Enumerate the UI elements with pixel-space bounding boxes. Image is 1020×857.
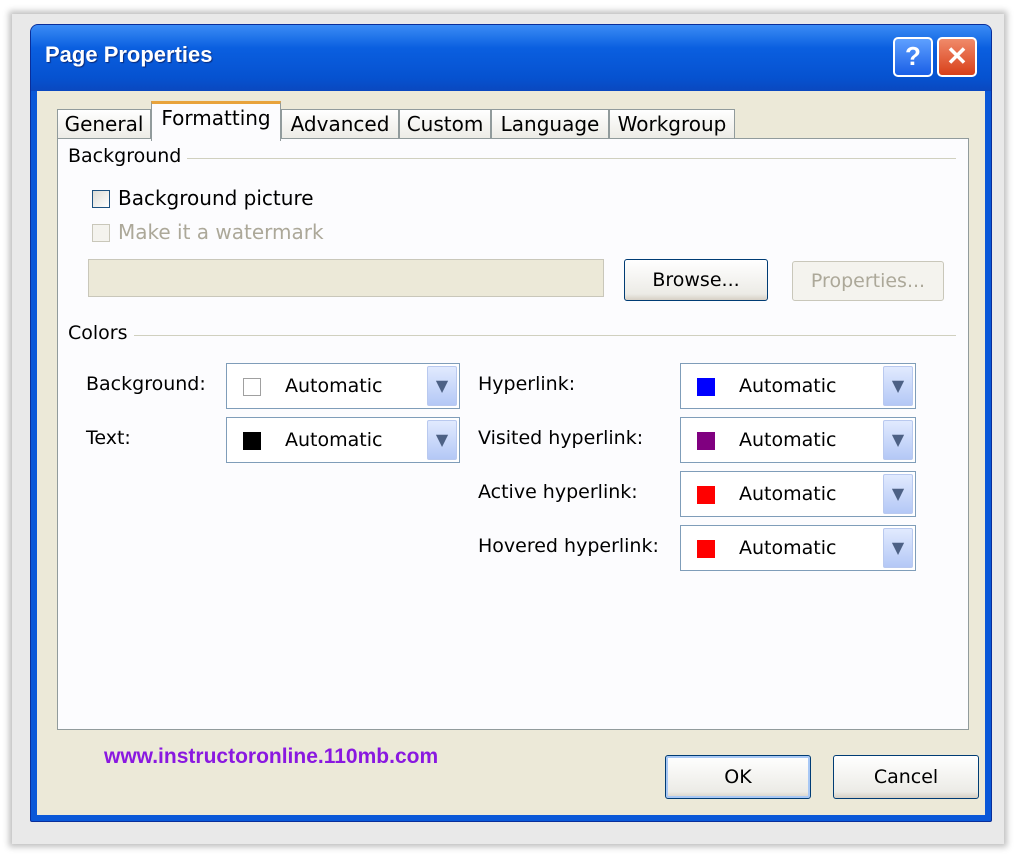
background-picture-label: Background picture	[118, 186, 314, 210]
colors-group-divider	[68, 335, 956, 336]
hovered-hyperlink-color-label: Hovered hyperlink:	[478, 535, 659, 557]
background-color-value: Automatic	[285, 375, 383, 397]
hovered-hyperlink-color-swatch	[697, 540, 715, 558]
tab-formatting[interactable]: Formatting	[151, 101, 281, 141]
text-color-swatch	[243, 432, 261, 450]
chevron-down-icon[interactable]: ▼	[883, 474, 913, 514]
watermark-checkbox[interactable]	[92, 224, 110, 242]
cancel-button[interactable]: Cancel	[833, 755, 979, 799]
chevron-down-icon[interactable]: ▼	[883, 528, 913, 568]
text-color-value: Automatic	[285, 429, 383, 451]
ok-button[interactable]: OK	[665, 755, 811, 799]
dialog-title: Page Properties	[45, 42, 213, 67]
active-hyperlink-color-value: Automatic	[739, 483, 837, 505]
visited-hyperlink-color-value: Automatic	[739, 429, 837, 451]
visited-hyperlink-color-swatch	[697, 432, 715, 450]
title-bar: Page Properties ? ✕	[31, 25, 991, 91]
chevron-down-icon[interactable]: ▼	[883, 420, 913, 460]
hovered-hyperlink-color-value: Automatic	[739, 537, 837, 559]
chevron-down-icon[interactable]: ▼	[427, 366, 457, 406]
tab-workgroup[interactable]: Workgroup	[609, 109, 735, 139]
visited-hyperlink-color-label: Visited hyperlink:	[478, 427, 644, 449]
tab-language[interactable]: Language	[491, 109, 609, 139]
background-color-select[interactable]: Automatic ▼	[226, 363, 460, 409]
properties-button[interactable]: Properties...	[792, 261, 944, 301]
hyperlink-color-label: Hyperlink:	[478, 373, 576, 395]
tab-custom[interactable]: Custom	[399, 109, 491, 139]
watermark-label: Make it a watermark	[118, 220, 324, 244]
formatting-panel: Background Background picture Make it a …	[57, 138, 969, 768]
active-hyperlink-color-swatch	[697, 486, 715, 504]
browse-button[interactable]: Browse...	[624, 259, 768, 301]
hyperlink-color-value: Automatic	[739, 375, 837, 397]
page-properties-dialog: Page Properties ? ✕ General Formatting A…	[30, 24, 992, 822]
hyperlink-color-select[interactable]: Automatic ▼	[680, 363, 916, 409]
background-picture-path-input[interactable]	[88, 259, 604, 297]
help-icon[interactable]: ?	[893, 37, 933, 77]
chevron-down-icon[interactable]: ▼	[427, 420, 457, 460]
tab-advanced[interactable]: Advanced	[281, 109, 399, 139]
background-color-swatch	[243, 378, 261, 396]
background-color-label: Background:	[86, 373, 206, 395]
website-watermark: www.instructoronline.110mb.com	[104, 745, 439, 768]
visited-hyperlink-color-select[interactable]: Automatic ▼	[680, 417, 916, 463]
dialog-body: General Formatting Advanced Custom Langu…	[37, 91, 985, 815]
active-hyperlink-color-select[interactable]: Automatic ▼	[680, 471, 916, 517]
tab-general[interactable]: General	[57, 109, 151, 139]
background-group-label: Background	[68, 145, 188, 167]
hyperlink-color-swatch	[697, 378, 715, 396]
active-hyperlink-color-label: Active hyperlink:	[478, 481, 638, 503]
colors-group-label: Colors	[68, 322, 134, 344]
text-color-label: Text:	[86, 427, 131, 449]
close-icon[interactable]: ✕	[937, 37, 977, 77]
text-color-select[interactable]: Automatic ▼	[226, 417, 460, 463]
chevron-down-icon[interactable]: ▼	[883, 366, 913, 406]
background-picture-checkbox[interactable]	[92, 190, 110, 208]
hovered-hyperlink-color-select[interactable]: Automatic ▼	[680, 525, 916, 571]
background-group-divider	[68, 158, 956, 159]
